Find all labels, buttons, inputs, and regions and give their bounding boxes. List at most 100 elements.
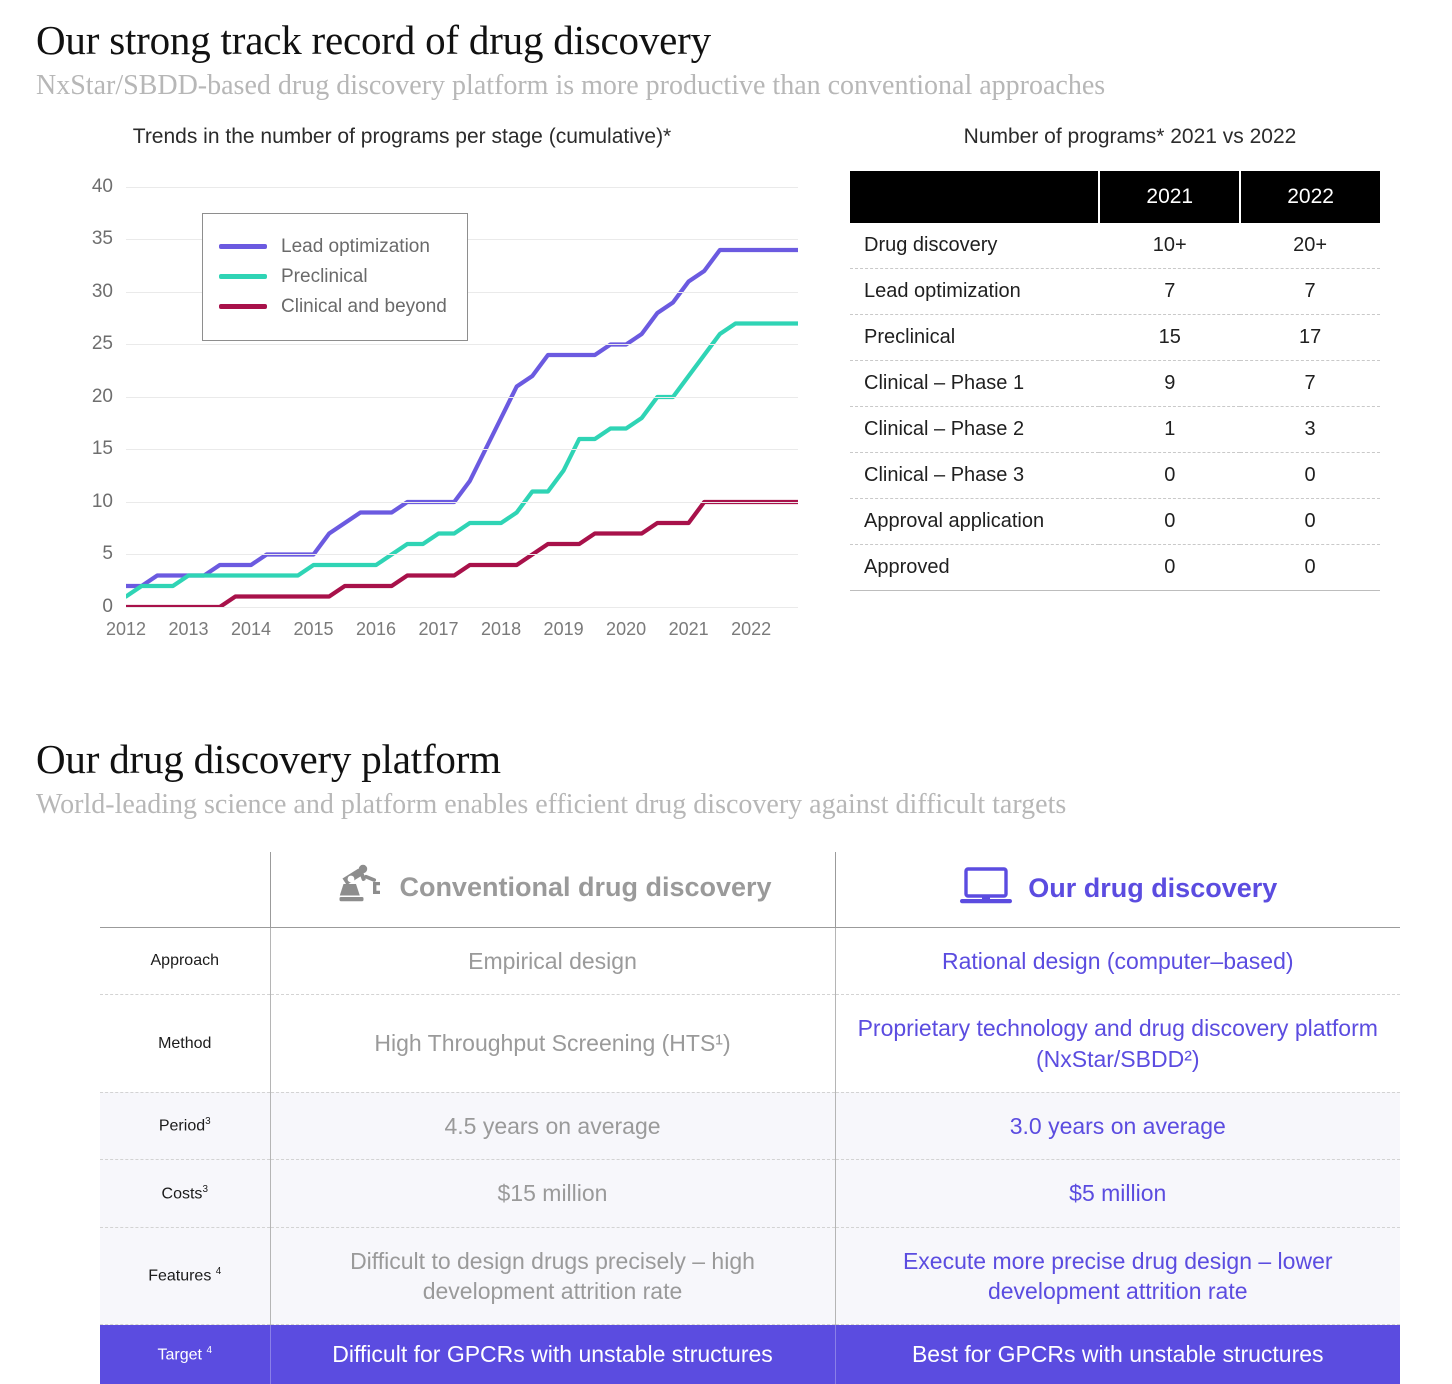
chart-series-line	[123, 321, 801, 599]
comparison-header-row: Conventional drug discovery Our drug dis…	[100, 851, 1400, 928]
chart-gridline	[126, 396, 798, 398]
table-row: Approved 0 0	[850, 544, 1380, 591]
table-row: Clinical – Phase 300	[850, 452, 1380, 499]
comparison-cell-conventional: $15 million	[269, 1159, 835, 1228]
chart-gridline	[126, 501, 798, 503]
comparison-header-conventional-label: Conventional drug discovery	[399, 871, 772, 902]
comparison-table-body: Approach Empirical design Rational design …	[100, 927, 1400, 1384]
programs-row-2021: 10+	[1099, 222, 1241, 269]
comparison-cell-conventional: 4.5 years on average	[269, 1092, 835, 1161]
chart-title: Trends in the number of programs per sta…	[132, 124, 672, 148]
comparison-cell-conventional: Difficult for GPCRs with unstable struct…	[269, 1324, 835, 1384]
comparison-header-ours: Our drug discovery	[834, 851, 1400, 928]
programs-row-label: Preclinical	[850, 314, 1100, 361]
chart-x-tick-label: 2018	[481, 618, 522, 639]
programs-col-header-2022: 2022	[1240, 170, 1380, 223]
programs-table-body: Drug discovery 10+ 20+ Lead optimization 7 7 P…	[850, 222, 1380, 591]
comparison-cell-ours: 3.0 years on average	[834, 1092, 1400, 1161]
legend-item-lead-optimization: Lead optimization	[219, 236, 447, 258]
comparison-row-label: Period3	[100, 1092, 270, 1161]
laptop-icon	[958, 864, 1014, 913]
legend-swatch-clinical-and-beyond	[219, 304, 267, 310]
comparison-cell-ours: Rational design (computer–based)	[834, 927, 1400, 996]
comparison-row-label-text: Costs	[161, 1185, 203, 1203]
comparison-row-label-footnote: 3	[202, 1183, 208, 1195]
programs-row-2022: 7	[1240, 268, 1380, 315]
chart-gridline	[126, 554, 798, 556]
programs-col-header-blank	[850, 170, 1101, 223]
legend-item-preclinical: Preclinical	[219, 266, 447, 288]
chart-y-tick-label: 20	[91, 385, 113, 407]
chart-y-tick-label: 35	[91, 228, 113, 250]
chart-and-table-row: Trends in the number of programs per sta…	[0, 125, 1452, 651]
comparison-row-label: Costs3	[100, 1159, 270, 1228]
comparison-row-label: Approach	[100, 927, 270, 996]
chart-y-tick-label: 15	[91, 438, 113, 460]
comparison-row-label-text: Target	[157, 1346, 207, 1364]
programs-row-2022: 7	[1240, 360, 1380, 407]
table-row: Approval application 0 0	[850, 498, 1380, 545]
chart-x-tick-label: 2012	[105, 618, 147, 639]
chart-x-tick-label: 2021	[668, 618, 709, 639]
programs-table-head: 2021 2022	[850, 170, 1380, 223]
comparison-row: Approach Empirical design Rational design …	[100, 927, 1400, 996]
trends-chart-panel: Trends in the number of programs per sta…	[0, 125, 840, 651]
legend-label-preclinical: Preclinical	[281, 265, 368, 287]
comparison-cell-ours: Proprietary technology and drug discover…	[834, 994, 1400, 1093]
programs-table-panel: Number of programs* 2021 vs 2022 2021 20…	[840, 125, 1410, 591]
chart-x-tick-label: 2016	[356, 618, 397, 639]
comparison-row: Costs3 $15 million $5 million	[100, 1159, 1400, 1228]
programs-row-2021: 15	[1099, 314, 1241, 361]
programs-row-label: Drug discovery	[850, 222, 1100, 269]
chart-gridline	[126, 344, 798, 346]
comparison-row-label-footnote: 4	[206, 1344, 212, 1356]
chart-x-tick-label: 2015	[293, 618, 334, 639]
comparison-row-label-footnote: 4	[215, 1266, 222, 1278]
programs-row-2021: 7	[1099, 268, 1241, 315]
programs-row-2022: 0	[1240, 498, 1380, 545]
comparison-row: Period3 4.5 years on average 3.0 years on …	[100, 1092, 1400, 1161]
chart-x-tick-label: 2017	[418, 618, 459, 639]
legend-swatch-preclinical	[219, 274, 267, 280]
comparison-row-label: Features 4	[100, 1227, 270, 1326]
programs-row-2021: 1	[1099, 406, 1241, 453]
comparison-row: Method High Throughput Screening (HTS¹) Pr…	[100, 994, 1400, 1093]
robot-arm-icon	[333, 862, 385, 913]
comparison-header-ours-label: Our drug discovery	[1028, 872, 1278, 903]
page-title-strong-track-record: Our strong track record of drug discover…	[36, 17, 711, 63]
programs-row-2022: 3	[1240, 406, 1380, 453]
comparison-cell-conventional: Empirical design	[269, 927, 835, 996]
chart-y-tick-label: 25	[91, 333, 113, 355]
section-one-header: Our strong track record of drug discover…	[0, 0, 1452, 103]
programs-table: 2021 2022 Drug discovery 10+ 20+ Lead optim…	[850, 170, 1380, 591]
page-subtitle-drug-discovery-platform: World-leading science and platform enabl…	[36, 788, 1067, 820]
line-chart: 0 5 10 15 20 25 30 35 40 2012 2013 2014 2015 2016 201…	[66, 171, 826, 651]
programs-row-2021: 9	[1099, 360, 1241, 407]
comparison-table-wrapper: Conventional drug discovery Our drug dis…	[0, 851, 1452, 1384]
programs-row-label: Clinical – Phase 1	[850, 360, 1100, 407]
chart-x-tick-label: 2014	[230, 618, 272, 639]
programs-row-2022: 0	[1240, 544, 1380, 591]
comparison-table: Conventional drug discovery Our drug dis…	[100, 851, 1400, 1384]
chart-x-tick-label: 2019	[543, 618, 584, 639]
comparison-row-label-text: Method	[158, 1034, 212, 1052]
comparison-cell-ours: Execute more precise drug design – lower…	[834, 1227, 1400, 1326]
chart-x-tick-label: 2022	[731, 618, 772, 639]
chart-gridline	[126, 449, 798, 451]
legend-label-lead-optimization: Lead optimization	[281, 235, 430, 257]
programs-row-2022: 0	[1240, 452, 1380, 499]
programs-row-2021: 0	[1099, 544, 1241, 591]
comparison-cell-ours: $5 million	[834, 1159, 1400, 1228]
page-title-drug-discovery-platform: Our drug discovery platform	[36, 735, 501, 782]
programs-row-label: Approval application	[850, 498, 1100, 545]
programs-row-label: Lead optimization	[850, 268, 1100, 315]
chart-gridline	[126, 606, 798, 608]
chart-x-tick-label: 2013	[168, 618, 209, 639]
chart-x-axis-labels: 2012 2013 2014 2015 2016 2017 2018 2019 2020 2021…	[106, 618, 798, 645]
chart-y-tick-label: 30	[91, 280, 113, 302]
programs-row-label: Clinical – Phase 2	[850, 406, 1100, 453]
programs-row-2021: 0	[1099, 452, 1241, 499]
programs-table-title: Number of programs* 2021 vs 2022	[963, 124, 1297, 148]
comparison-row-label: Method	[100, 994, 270, 1093]
comparison-row: Target 4 Difficult for GPCRs with unstabl…	[100, 1324, 1400, 1384]
